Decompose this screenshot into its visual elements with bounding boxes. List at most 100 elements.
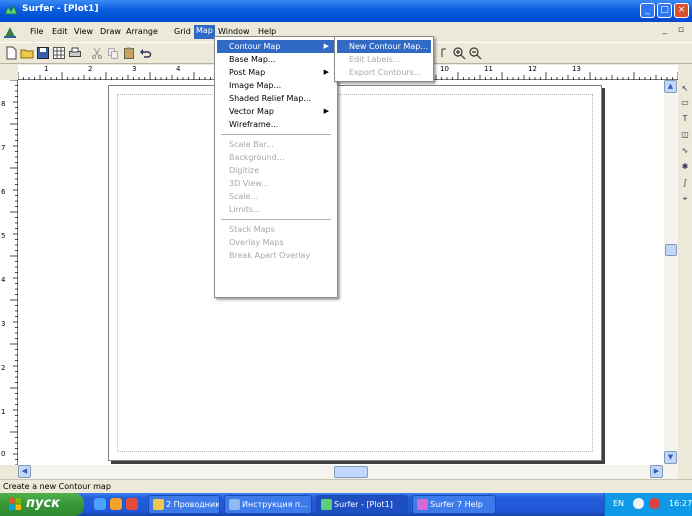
menu-item-stack-maps[interactable]: Stack Maps bbox=[217, 223, 335, 236]
plot-canvas[interactable] bbox=[18, 80, 678, 465]
contour-map-submenu: New Contour Map... Edit Labels... Export… bbox=[334, 36, 434, 82]
ruler-label: 7 bbox=[1, 144, 6, 152]
horizontal-scroll-thumb[interactable] bbox=[334, 466, 368, 478]
vertical-scrollbar[interactable]: ▲ ▼ bbox=[664, 80, 678, 465]
menu-item-digitize[interactable]: Digitize bbox=[217, 164, 335, 177]
menu-item-overlay-maps[interactable]: Overlay Maps bbox=[217, 236, 335, 249]
scroll-up-icon[interactable]: ▲ bbox=[664, 80, 677, 93]
menu-item-shaded-relief-map[interactable]: Shaded Relief Map... bbox=[217, 92, 335, 105]
copy-icon[interactable] bbox=[106, 46, 120, 60]
ruler-label: 2 bbox=[1, 364, 6, 372]
close-button[interactable]: × bbox=[674, 3, 689, 18]
menu-item-export-contours[interactable]: Export Contours... bbox=[337, 66, 431, 79]
mdi-window-controls[interactable]: _ ▫ bbox=[663, 25, 688, 35]
vertical-scroll-thumb[interactable] bbox=[665, 244, 677, 256]
drawing-tools-palette: ↖ ▭ T ◫ ∿ ✱ ∫ ⌖ bbox=[678, 80, 692, 479]
undo-icon[interactable] bbox=[138, 46, 152, 60]
menu-item-limits[interactable]: Limits... bbox=[217, 203, 335, 216]
language-indicator[interactable]: EN bbox=[613, 499, 624, 508]
start-button[interactable]: пуск bbox=[0, 493, 84, 516]
zoom-in-icon[interactable] bbox=[452, 46, 466, 60]
task-label: 2 Проводник bbox=[166, 500, 220, 509]
document-icon[interactable] bbox=[3, 25, 17, 39]
ruler-label: 1 bbox=[1, 408, 6, 416]
spline-tool-icon[interactable]: ∫ bbox=[680, 178, 690, 188]
menu-item-scale[interactable]: Scale... bbox=[217, 190, 335, 203]
cut-icon[interactable] bbox=[90, 46, 104, 60]
menu-view[interactable]: View bbox=[72, 26, 95, 40]
grid-icon[interactable] bbox=[52, 46, 66, 60]
ruler-label: 5 bbox=[1, 232, 6, 240]
print-icon[interactable] bbox=[68, 46, 82, 60]
task-label: Surfer - [Plot1] bbox=[334, 500, 393, 509]
maximize-button[interactable]: □ bbox=[657, 3, 672, 18]
quicklaunch-media-icon[interactable] bbox=[110, 498, 122, 510]
save-icon[interactable] bbox=[36, 46, 50, 60]
document-icon bbox=[229, 499, 240, 510]
menu-item-base-map[interactable]: Base Map... bbox=[217, 53, 335, 66]
system-tray: EN 16:27 bbox=[604, 493, 692, 516]
quicklaunch-browser-icon[interactable] bbox=[126, 498, 138, 510]
polygon-tool-icon[interactable]: ◫ bbox=[680, 130, 690, 140]
menu-item-post-map[interactable]: Post Map ▶ bbox=[217, 66, 335, 79]
menu-item-contour-map[interactable]: Contour Map ▶ bbox=[217, 40, 335, 53]
minimize-button[interactable]: _ bbox=[640, 3, 655, 18]
task-instruction[interactable]: Инструкция п... bbox=[224, 495, 312, 514]
reshape-tool-icon[interactable]: ⌖ bbox=[680, 194, 690, 204]
menu-item-label: Vector Map bbox=[229, 107, 274, 116]
menu-item-wireframe[interactable]: Wireframe... bbox=[217, 118, 335, 131]
ruler-label: 12 bbox=[528, 65, 537, 73]
open-folder-icon[interactable] bbox=[20, 46, 34, 60]
menu-arrange[interactable]: Arrange bbox=[124, 26, 160, 40]
menu-item-break-apart-overlay[interactable]: Break Apart Overlay bbox=[217, 249, 335, 262]
menu-edit[interactable]: Edit bbox=[50, 26, 70, 40]
ruler-label: 4 bbox=[176, 65, 181, 73]
window-title: Surfer - [Plot1] bbox=[22, 4, 99, 14]
surfer-app-icon bbox=[321, 499, 332, 510]
tray-network-icon[interactable] bbox=[633, 498, 644, 509]
text-tool-icon[interactable]: T bbox=[680, 114, 690, 124]
plot-page[interactable] bbox=[108, 85, 602, 461]
menu-item-scale-bar[interactable]: Scale Bar... bbox=[217, 138, 335, 151]
quicklaunch-ie-icon[interactable] bbox=[94, 498, 106, 510]
task-label: Surfer 7 Help bbox=[430, 500, 483, 509]
paste-icon[interactable] bbox=[122, 46, 136, 60]
task-surfer-help[interactable]: Surfer 7 Help bbox=[412, 495, 496, 514]
ruler-label: 13 bbox=[572, 65, 581, 73]
menu-map[interactable]: Map bbox=[194, 25, 215, 39]
new-file-icon[interactable] bbox=[4, 46, 18, 60]
task-explorer[interactable]: 2 Проводник bbox=[148, 495, 220, 514]
folder-icon bbox=[153, 499, 164, 510]
menu-item-new-contour-map[interactable]: New Contour Map... bbox=[337, 40, 431, 53]
rectangle-tool-icon[interactable]: ▭ bbox=[680, 98, 690, 108]
menu-draw[interactable]: Draw bbox=[98, 26, 123, 40]
menu-item-image-map[interactable]: Image Map... bbox=[217, 79, 335, 92]
menu-item-vector-map[interactable]: Vector Map ▶ bbox=[217, 105, 335, 118]
menu-grid[interactable]: Grid bbox=[172, 26, 193, 40]
polyline-tool-icon[interactable]: ∿ bbox=[680, 146, 690, 156]
submenu-arrow-icon: ▶ bbox=[323, 42, 329, 50]
start-label: пуск bbox=[26, 496, 60, 511]
clock: 16:27 bbox=[669, 499, 692, 508]
symbol-tool-icon[interactable]: ✱ bbox=[680, 162, 690, 172]
horizontal-scrollbar[interactable]: ◀ ▶ bbox=[18, 465, 678, 479]
help-icon bbox=[417, 499, 428, 510]
menu-item-edit-labels[interactable]: Edit Labels... bbox=[337, 53, 431, 66]
select-arrow-icon[interactable]: ↖ bbox=[680, 84, 690, 94]
menu-separator bbox=[221, 134, 331, 135]
ruler-label: 4 bbox=[1, 276, 6, 284]
menu-file[interactable]: File bbox=[28, 26, 45, 40]
tray-security-icon[interactable] bbox=[649, 498, 660, 509]
ruler-label: 0 bbox=[1, 450, 6, 458]
scroll-right-icon[interactable]: ▶ bbox=[650, 465, 663, 478]
menu-item-background[interactable]: Background... bbox=[217, 151, 335, 164]
menu-item-3d-view[interactable]: 3D View... bbox=[217, 177, 335, 190]
task-surfer-plot1[interactable]: Surfer - [Plot1] bbox=[316, 495, 408, 514]
scroll-down-icon[interactable]: ▼ bbox=[664, 451, 677, 464]
map-menu-dropdown: Contour Map ▶ Base Map... Post Map ▶ Ima… bbox=[214, 36, 338, 298]
scroll-left-icon[interactable]: ◀ bbox=[18, 465, 31, 478]
zoom-out-icon[interactable] bbox=[468, 46, 482, 60]
status-text: Create a new Contour map bbox=[3, 482, 111, 491]
ruler-label: 3 bbox=[1, 320, 6, 328]
title-bar[interactable]: Surfer - [Plot1] _ □ × bbox=[0, 0, 692, 22]
